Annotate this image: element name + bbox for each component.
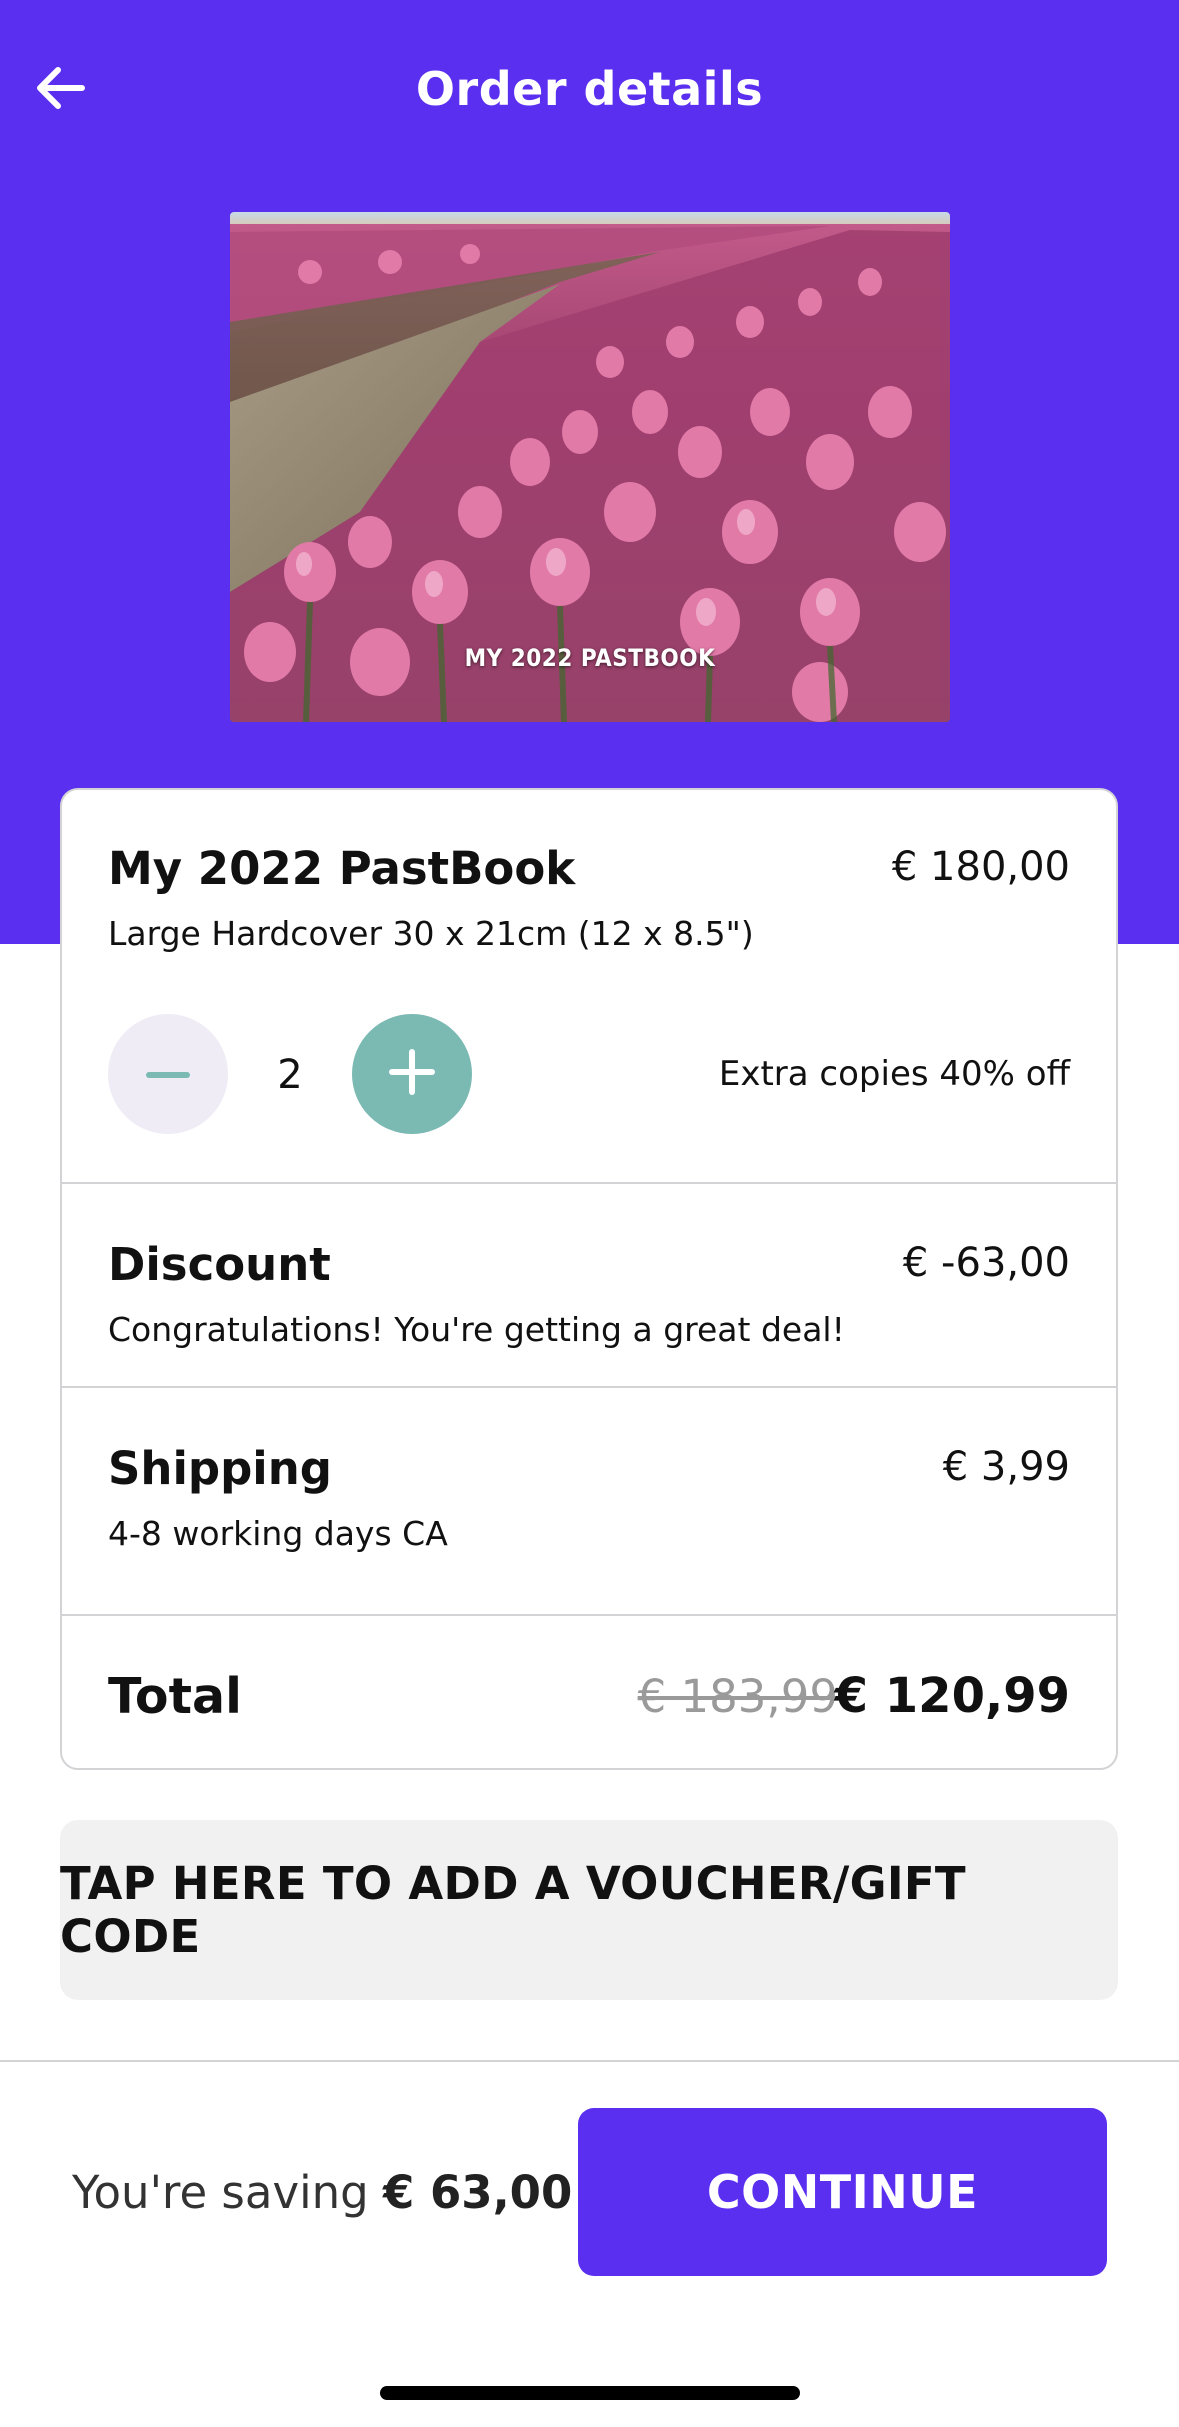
plus-icon <box>389 1049 435 1099</box>
decrease-quantity-button[interactable] <box>108 1014 228 1134</box>
continue-button[interactable]: CONTINUE <box>578 2108 1107 2276</box>
order-summary-card: My 2022 PastBook € 180,00 Large Hardcove… <box>60 788 1118 1770</box>
product-format: Large Hardcover 30 x 21cm (12 x 8.5") <box>108 914 754 953</box>
saving-prefix: You're saving <box>72 2166 383 2219</box>
discount-amount: € -63,00 <box>902 1240 1070 1286</box>
total-final-price: € 120,99 <box>834 1668 1070 1724</box>
total-original-price: € 183,99 <box>637 1670 838 1723</box>
product-name: My 2022 PastBook <box>108 842 576 895</box>
shipping-label: Shipping <box>108 1442 332 1495</box>
saving-amount: € 63,00 <box>382 2166 573 2219</box>
total-label: Total <box>108 1668 242 1725</box>
divider <box>62 1386 1116 1388</box>
product-price: € 180,00 <box>891 844 1070 890</box>
saving-message: You're saving € 63,00! <box>72 2166 590 2219</box>
increase-quantity-button[interactable] <box>352 1014 472 1134</box>
discount-label: Discount <box>108 1238 331 1291</box>
order-details-screen: Order details MY 2022 PASTBOOK My 2022 P… <box>0 0 1179 2427</box>
shipping-detail: 4-8 working days CA <box>108 1514 448 1553</box>
divider <box>62 1182 1116 1184</box>
add-voucher-button[interactable]: TAP HERE TO ADD A VOUCHER/GIFT CODE <box>60 1820 1118 2000</box>
shipping-amount: € 3,99 <box>942 1444 1070 1490</box>
footer-divider <box>0 2060 1179 2062</box>
cover-title: MY 2022 PASTBOOK <box>464 644 716 672</box>
extra-copies-note: Extra copies 40% off <box>718 1054 1070 1094</box>
discount-message: Congratulations! You're getting a great … <box>108 1310 845 1349</box>
home-indicator <box>380 2386 800 2400</box>
page-title: Order details <box>415 62 764 116</box>
minus-icon <box>146 1065 190 1084</box>
photobook-cover-image: MY 2022 PASTBOOK <box>230 212 950 722</box>
divider <box>62 1614 1116 1616</box>
quantity-value: 2 <box>277 1052 303 1098</box>
